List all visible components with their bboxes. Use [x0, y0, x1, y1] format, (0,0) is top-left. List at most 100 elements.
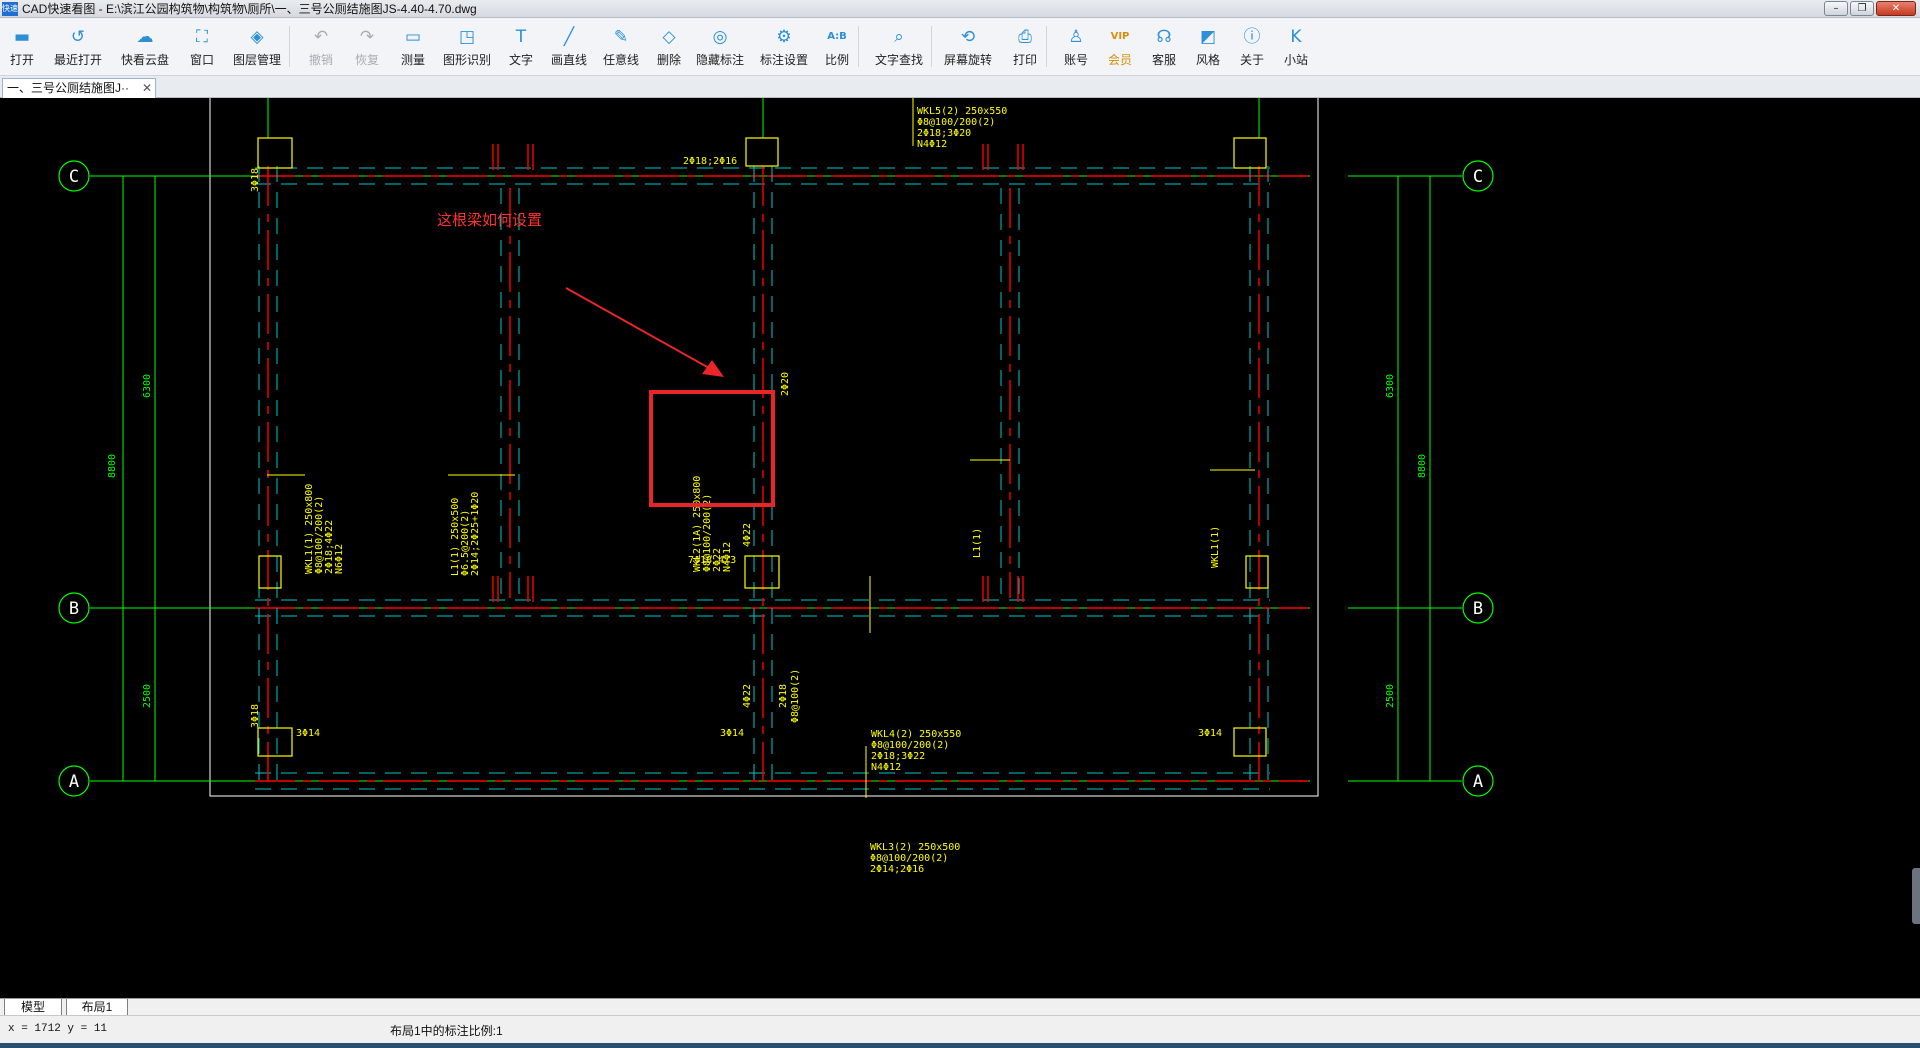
annotation-settings-icon: ⚙ [776, 27, 792, 47]
window-fit-icon: ⛶ [196, 27, 208, 47]
column-5 [1245, 555, 1269, 589]
question-note: 这根梁如何设置 [437, 211, 542, 229]
redo-icon: ↷ [359, 27, 375, 47]
bottom-right-rebar-label: 3Φ14 [1198, 728, 1222, 739]
main-toolbar: ▬ 打开 ↺ 最近打开 ☁ 快看云盘 ⛶ 窗口 ◈ 图层管理 ↶ 撤销 ↷ 恢复 ▭ 测量 ◳ 图形识别 T 文字 ╱ 画… [0, 18, 1920, 76]
hide-annot-button[interactable]: ◎ 隐藏标注 [691, 18, 749, 76]
sheet-border [209, 98, 1319, 797]
minimize-button[interactable]: – [1824, 1, 1848, 16]
column-note-bottom-label: 3Φ18 [250, 704, 261, 728]
column-6 [257, 727, 293, 757]
app-logo-icon: 快速 [2, 1, 18, 16]
maximize-button[interactable]: ❐ [1850, 1, 1874, 16]
station-label: 小站 [1283, 53, 1308, 67]
undo-icon: ↶ [313, 27, 329, 47]
rotate-screen-icon: ⟲ [960, 27, 976, 47]
shape-recognize-label: 图形识别 [442, 53, 491, 67]
close-tab-icon[interactable]: ✕ [142, 79, 152, 97]
status-message: 布局1中的标注比例:1 [390, 1024, 503, 1038]
document-tab-strip: 一、三号公厕结施图J·· ✕ [0, 76, 1920, 98]
close-button[interactable]: ✕ [1876, 1, 1916, 16]
top-rebar-label: 2Φ18;2Φ16 [683, 156, 737, 167]
service-label: 客服 [1151, 53, 1176, 67]
station-icon: K [1290, 27, 1302, 47]
lower-rebar-a-label: 4Φ22 [742, 684, 753, 708]
undo-button[interactable]: ↶ 撤销 [303, 18, 339, 76]
window-controls: – ❐ ✕ [1824, 1, 1916, 16]
axis-label-left-C: C [69, 167, 79, 187]
undo-label: 撤销 [308, 53, 333, 67]
cloud-button[interactable]: ☁ 快看云盘 [116, 18, 174, 76]
measure-button[interactable]: ▭ 测量 [395, 18, 431, 76]
dim-upper-left: 6300 [142, 374, 153, 398]
headset-icon: ☊ [1156, 27, 1172, 47]
bottom-mid-rebar-label: 3Φ14 [720, 728, 744, 739]
column-note-top-label: 3Φ18 [250, 168, 261, 192]
status-bar: x = 1712 y = 11 布局1中的标注比例:1 [0, 1015, 1920, 1043]
wkl1-right-annotation: WKL1(1) [1210, 526, 1221, 568]
drawing-canvas[interactable]: C C B B A A 6300 2500 8800 6300 2500 8800 WKL5(2) 2… [0, 98, 1920, 998]
about-label: 关于 [1239, 53, 1264, 67]
freeline-button[interactable]: ✎ 任意线 [599, 18, 643, 76]
wkl3-annotation-line-1: Φ8@100/200(2) [870, 853, 948, 864]
os-taskbar [0, 1043, 1920, 1048]
rebar-2c20-label: 2Φ20 [780, 372, 791, 396]
cad-drawing[interactable]: C C B B A A 6300 2500 8800 6300 2500 8800 WKL5(2) 2… [0, 98, 1920, 998]
scale-button[interactable]: A:B 比例 [819, 18, 855, 76]
pointer-arrow-line [565, 287, 719, 374]
recent-label: 最近打开 [53, 53, 102, 67]
layers-button[interactable]: ◈ 图层管理 [228, 18, 286, 76]
redo-button[interactable]: ↷ 恢复 [349, 18, 385, 76]
vip-label: 会员 [1107, 53, 1132, 67]
measure-label: 测量 [400, 53, 425, 67]
line-button[interactable]: ╱ 画直线 [547, 18, 591, 76]
text-search-button[interactable]: ⌕ 文字查找 [870, 18, 928, 76]
open-button[interactable]: ▬ 打开 [4, 18, 40, 76]
toolbar-separator [858, 26, 859, 67]
print-button[interactable]: ⎙ 打印 [1007, 18, 1043, 76]
history-icon: ↺ [70, 27, 86, 47]
redo-label: 恢复 [354, 53, 379, 67]
side-panel-handle[interactable] [1912, 868, 1920, 924]
eye-hidden-icon: ◎ [712, 27, 728, 47]
toolbar-separator [1046, 26, 1047, 67]
document-tab[interactable]: 一、三号公厕结施图J·· ✕ [2, 78, 156, 98]
vip-icon: VIP [1110, 31, 1130, 42]
text-button[interactable]: T 文字 [503, 18, 539, 76]
annot-settings-button[interactable]: ⚙ 标注设置 [755, 18, 813, 76]
l1-right-annotation: L1(1) [972, 528, 983, 558]
window-button[interactable]: ⛶ 窗口 [184, 18, 220, 76]
rebar-4c22-label: 4Φ22 [742, 523, 753, 547]
freeline-label: 任意线 [602, 53, 639, 67]
vip-button[interactable]: VIP 会员 [1102, 18, 1138, 76]
toolbar-separator [931, 26, 932, 67]
title-bar: 快速 CAD快速看图 - E:\滨江公园构筑物\构筑物\厕所\一、三号公厕结施图… [0, 0, 1920, 18]
eraser-icon: ◇ [662, 27, 676, 47]
style-icon: ◩ [1199, 27, 1217, 47]
axis-label-left-B: B [69, 599, 79, 619]
ruler-icon: ▭ [404, 27, 422, 47]
toolbar-separator [289, 26, 290, 67]
wkl4-annotation-line-2: 2Φ18;3Φ22 [871, 751, 925, 762]
rotate-button[interactable]: ⟲ 屏幕旋转 [939, 18, 997, 76]
account-button[interactable]: ♙ 账号 [1058, 18, 1094, 76]
axis-label-left-A: A [69, 772, 79, 792]
recent-button[interactable]: ↺ 最近打开 [50, 18, 106, 76]
tab-layout1[interactable]: 布局1 [66, 999, 128, 1016]
annot-settings-label: 标注设置 [759, 53, 808, 67]
service-button[interactable]: ☊ 客服 [1146, 18, 1182, 76]
delete-button[interactable]: ◇ 删除 [651, 18, 687, 76]
text-search-icon: ⌕ [894, 27, 904, 47]
column-4 [744, 555, 780, 589]
station-button[interactable]: K 小站 [1278, 18, 1314, 76]
wkl4-annotation-line-1: Φ8@100/200(2) [871, 740, 949, 751]
tab-model[interactable]: 模型 [4, 999, 62, 1016]
shape-recognize-button[interactable]: ◳ 图形识别 [439, 18, 495, 76]
wkl4-annotation-line-3: N4Φ12 [871, 762, 901, 773]
about-button[interactable]: ⓘ 关于 [1234, 18, 1270, 76]
wkl3-annotation-line-0: WKL3(2) 250x500 [870, 842, 960, 853]
wkl5-annotation-line-3: N4Φ12 [917, 139, 947, 150]
bottom-left-rebar-label: 3Φ14 [296, 728, 320, 739]
style-button[interactable]: ◩ 风格 [1190, 18, 1226, 76]
column-2 [1233, 137, 1267, 169]
